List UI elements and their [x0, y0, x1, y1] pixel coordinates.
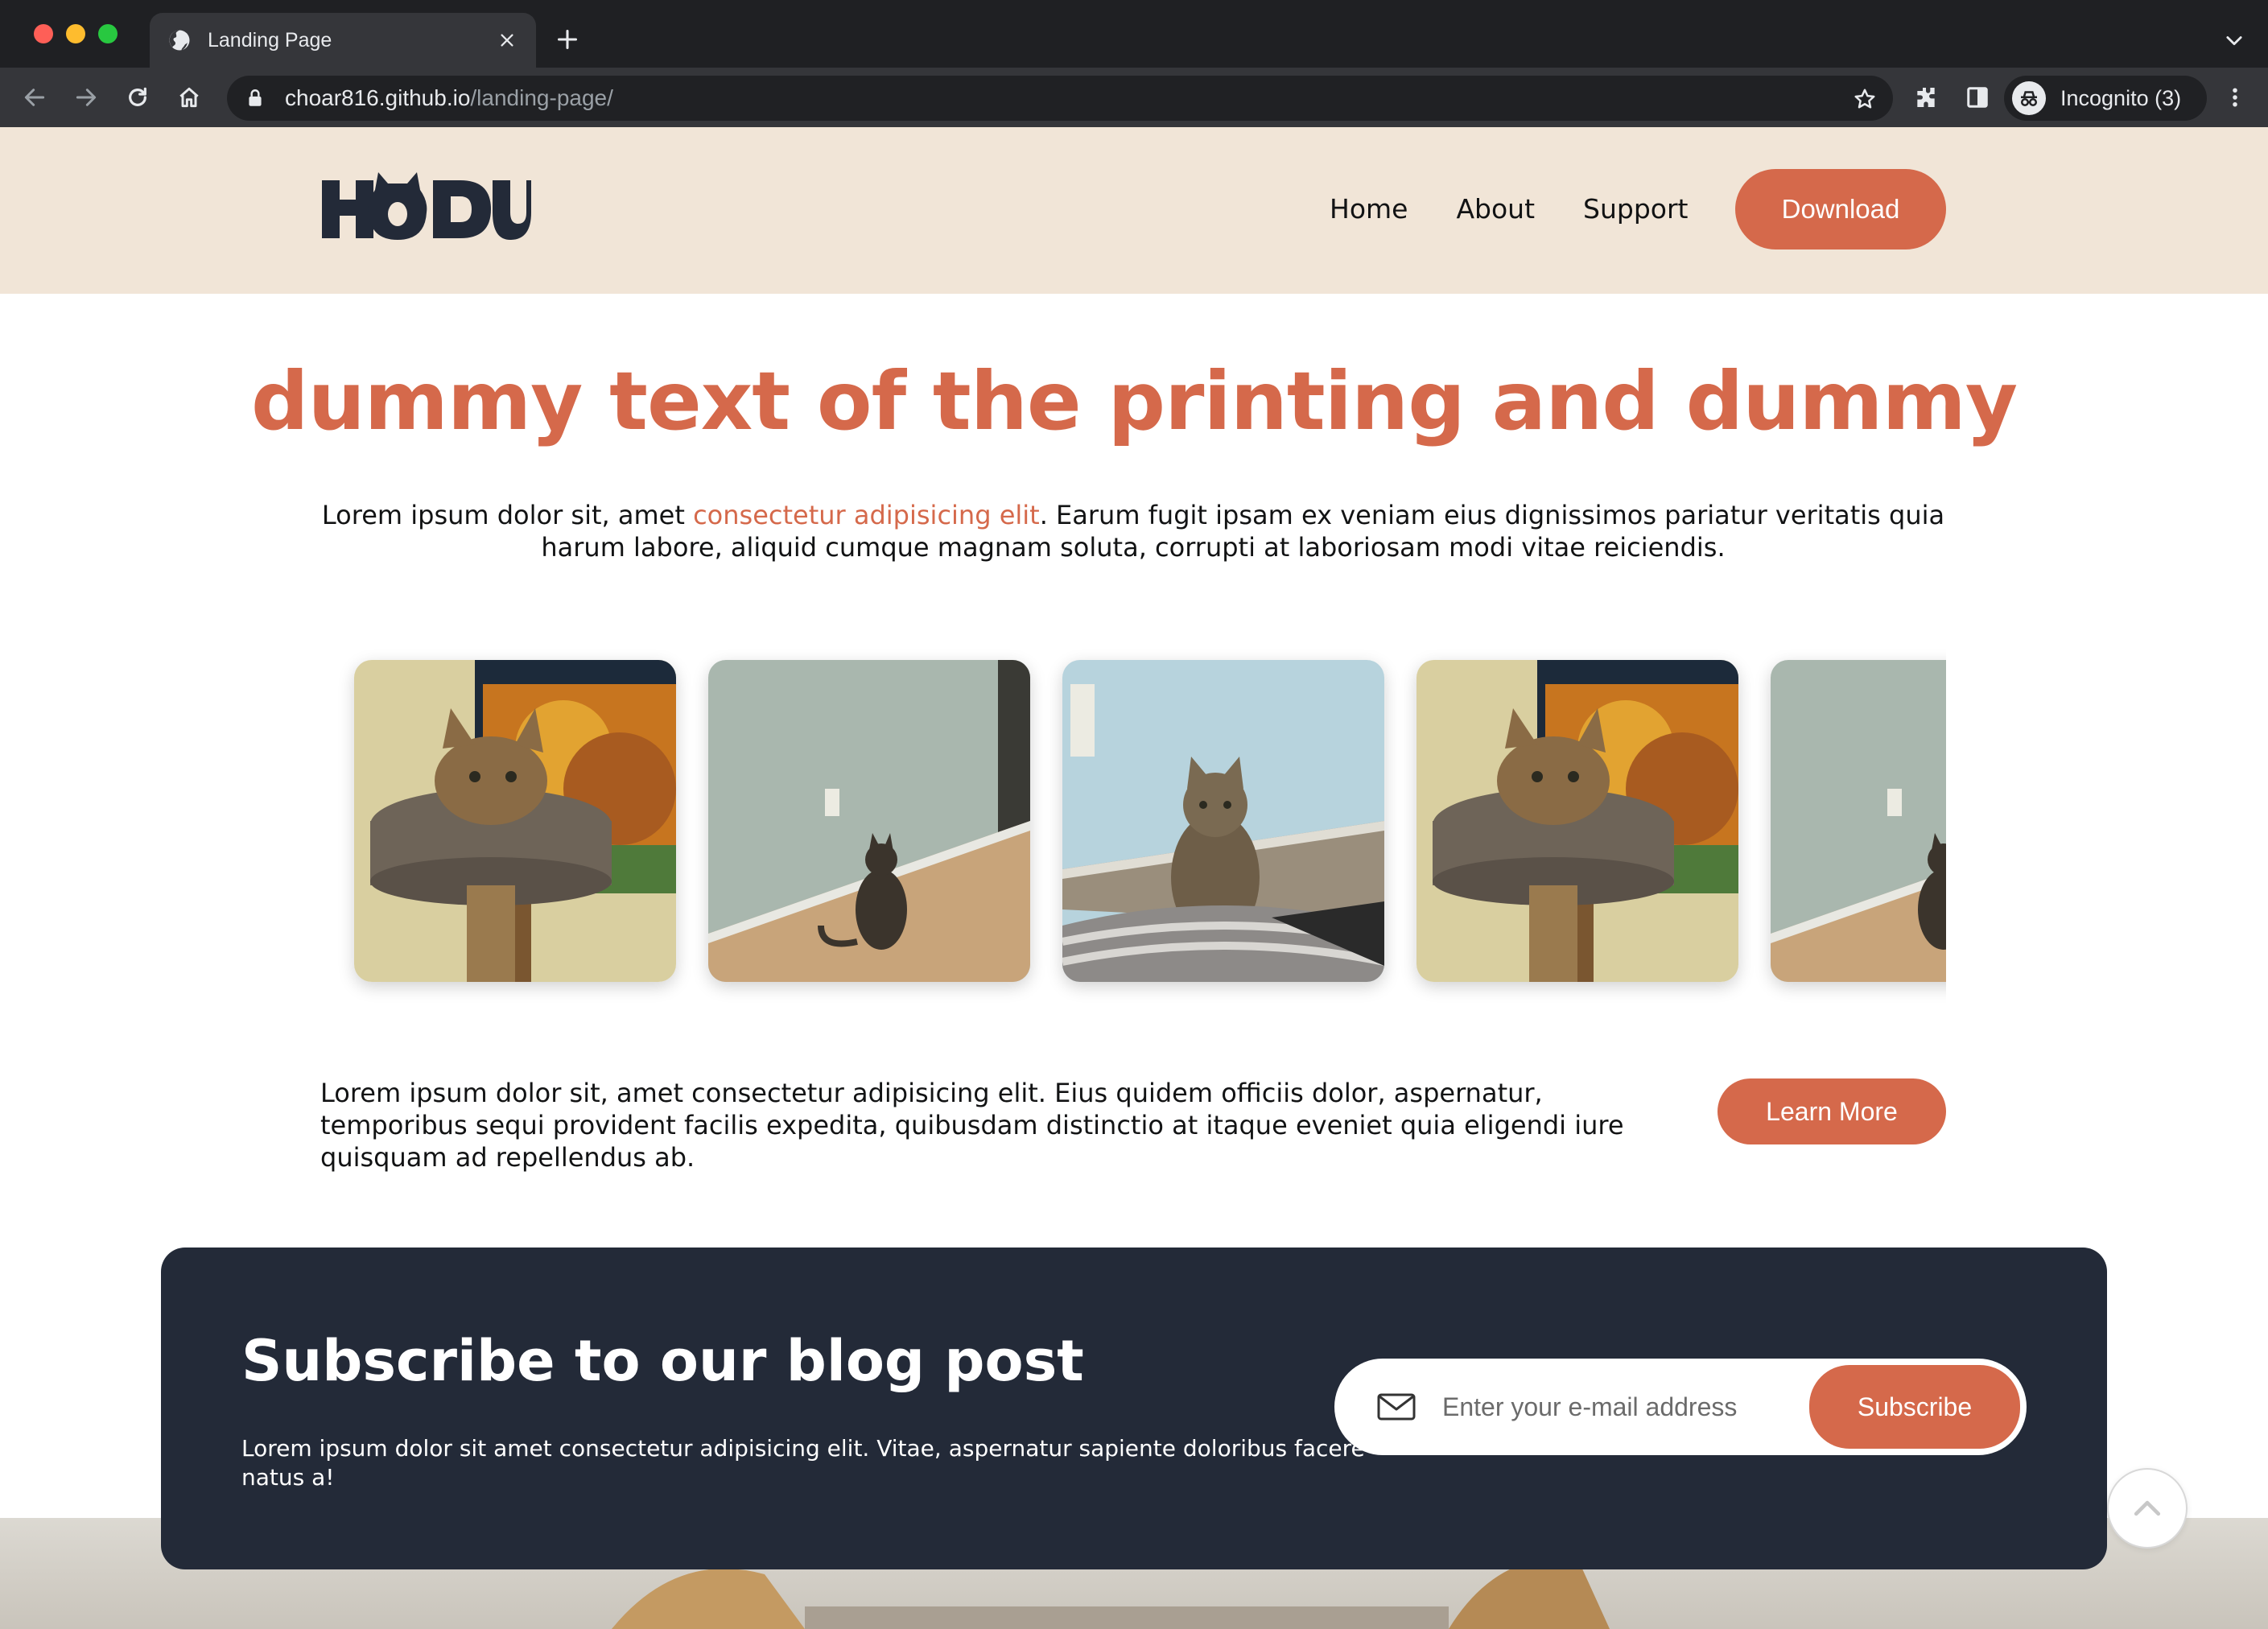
- profile-button[interactable]: Incognito (3): [2004, 76, 2207, 121]
- gallery-photo-4: [1416, 660, 1738, 982]
- tab-strip: Landing Page: [0, 0, 2268, 68]
- chevron-down-icon[interactable]: [2223, 29, 2245, 52]
- browser-tab[interactable]: Landing Page: [150, 13, 536, 68]
- incognito-icon: [2012, 81, 2046, 115]
- gallery-photo-5: [1771, 660, 1946, 982]
- subscribe-button[interactable]: Subscribe: [1809, 1365, 2020, 1449]
- kebab-menu-icon[interactable]: [2221, 84, 2249, 111]
- cat-on-scratching-post-image: [354, 660, 676, 982]
- gallery-photo-2: [708, 660, 1030, 982]
- close-icon[interactable]: [496, 29, 518, 52]
- puzzle-icon[interactable]: [1911, 82, 1941, 113]
- reload-icon[interactable]: [122, 82, 153, 113]
- lock-icon[interactable]: [245, 88, 266, 109]
- learn-more-button[interactable]: Learn More: [1717, 1078, 1946, 1144]
- site-header: Home About Support Download: [0, 127, 2268, 294]
- subscribe-section: Subscribe to our blog post Lorem ipsum d…: [161, 1248, 2107, 1569]
- forward-icon[interactable]: [71, 82, 101, 113]
- photo-gallery: [320, 639, 1946, 1025]
- download-button[interactable]: Download: [1735, 169, 1946, 250]
- minimize-window-button[interactable]: [66, 24, 85, 43]
- gallery-photo-1: [354, 660, 676, 982]
- nav-home[interactable]: Home: [1330, 193, 1408, 225]
- cat-facing-wall-image: [708, 660, 1030, 982]
- hero-text: Lorem ipsum dolor sit, amet consectetur …: [320, 499, 1946, 563]
- info-text: Lorem ipsum dolor sit, amet consectetur …: [320, 1078, 1624, 1173]
- hero-title: dummy text of the printing and dummy: [250, 354, 2018, 448]
- page-viewport: Home About Support Download dummy text o…: [0, 127, 2268, 1629]
- plus-icon[interactable]: [555, 27, 579, 52]
- back-icon[interactable]: [19, 82, 50, 113]
- email-input[interactable]: [1442, 1392, 1788, 1422]
- maximize-window-button[interactable]: [98, 24, 118, 43]
- scroll-to-top-button[interactable]: [2107, 1468, 2188, 1549]
- mail-icon: [1376, 1391, 1416, 1423]
- subscribe-text: Lorem ipsum dolor sit amet consectetur a…: [241, 1435, 1365, 1491]
- nav-about[interactable]: About: [1456, 193, 1535, 225]
- hodu-logo-image: [322, 172, 531, 240]
- browser-toolbar: choar816.github.io /landing-page/ Incogn…: [0, 68, 2268, 127]
- nav-support[interactable]: Support: [1583, 193, 1688, 225]
- home-icon[interactable]: [174, 82, 204, 113]
- close-window-button[interactable]: [34, 24, 53, 43]
- browser-chrome: Landing Page choar816.github.io /landing…: [0, 0, 2268, 127]
- side-panel-icon[interactable]: [1962, 82, 1993, 113]
- hero-link[interactable]: consectetur adipisicing elit: [693, 500, 1040, 530]
- address-bar[interactable]: choar816.github.io /landing-page/: [227, 76, 1893, 121]
- cat-on-scratching-post-image: [1416, 660, 1738, 982]
- globe-icon: [167, 28, 192, 52]
- main-nav: Home About Support: [1330, 193, 1688, 225]
- chevron-up-icon: [2129, 1490, 2166, 1527]
- url-host: choar816.github.io: [285, 85, 471, 110]
- hodu-logo[interactable]: [320, 172, 533, 241]
- subscribe-title: Subscribe to our blog post: [241, 1328, 1084, 1394]
- tab-title: Landing Page: [208, 28, 332, 52]
- cat-facing-wall-image: [1771, 660, 1946, 982]
- profile-label: Incognito (3): [2060, 85, 2182, 110]
- star-icon[interactable]: [1853, 87, 1877, 111]
- cat-sitting-on-rug-image: [1062, 660, 1384, 982]
- url-path: /landing-page/: [470, 85, 613, 110]
- gallery-photo-3: [1062, 660, 1384, 982]
- hero-text-start: Lorem ipsum dolor sit, amet: [321, 500, 694, 530]
- subscribe-form: Subscribe: [1334, 1359, 2027, 1455]
